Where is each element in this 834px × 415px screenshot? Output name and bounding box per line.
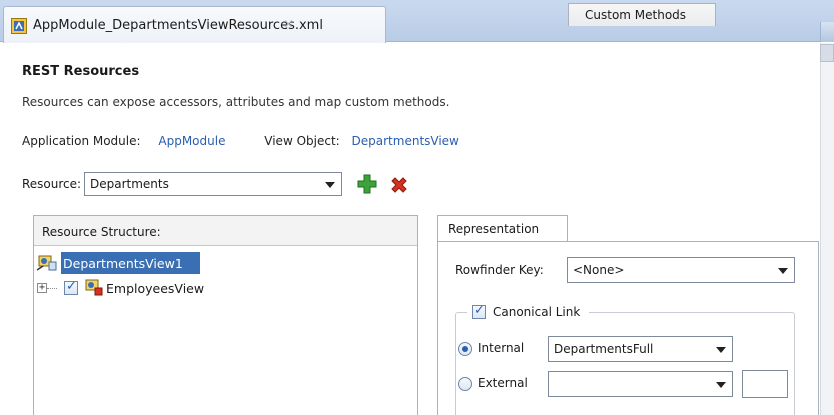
scrollbar-up-arrow[interactable] [820,44,834,62]
resource-structure-label: Resource Structure: [42,225,161,239]
external-select[interactable] [548,371,733,397]
tree-item-label: DepartmentsView1 [63,256,183,271]
tree-connector [47,288,57,289]
canonical-link-label: Canonical Link [493,305,581,319]
xml-file-icon [11,18,27,34]
external-label: External [478,376,528,390]
view-object-icon [37,255,57,271]
checkmark-icon: ✓ [66,279,77,294]
canonical-link-group [455,312,795,415]
tree-item-selection: DepartmentsView1 [61,252,200,274]
checkmark-icon: ✓ [474,303,485,318]
info-row: Application Module: AppModule View Objec… [22,134,459,148]
page-title: REST Resources [22,64,140,79]
chevron-down-icon [325,182,335,188]
rowfinder-key-select[interactable]: <None> [567,257,795,283]
internal-select-value: DepartmentsFull [554,342,654,356]
close-icon[interactable]: × [283,17,294,32]
tab-custom-methods[interactable]: Custom Methods [568,3,716,26]
internal-select[interactable]: DepartmentsFull [548,336,733,362]
chevron-down-icon [716,347,726,353]
rowfinder-key-label: Rowfinder Key: [455,263,544,277]
chevron-down-icon [778,268,788,274]
radio-selected-dot [462,346,468,352]
view-object-label: View Object: [264,134,340,148]
resource-select[interactable]: Departments [84,172,342,196]
employees-view-checkbox[interactable]: ✓ [64,279,78,295]
tab-list-chevron-icon[interactable] [820,22,834,42]
internal-label: Internal [478,341,525,355]
vertical-scrollbar[interactable] [820,43,834,415]
tab-representation-label: Representation [448,222,540,236]
green-plus-icon[interactable] [357,174,377,194]
red-x-icon[interactable] [389,175,409,195]
canonical-link-checkbox[interactable]: ✓ [472,303,486,319]
tree-item-label: EmployeesView [106,281,205,296]
resource-select-value: Departments [90,177,169,191]
app-module-label: Application Module: [22,134,141,148]
internal-radio[interactable] [458,342,472,356]
expand-icon[interactable]: + [37,283,47,293]
tree-item-employees-view[interactable]: + ✓ EmployeesView [34,278,334,298]
resource-label: Resource: [22,177,82,191]
tab-custom-methods-label: Custom Methods [585,8,687,22]
app-module-link[interactable]: AppModule [158,134,225,148]
panel-header: Resource Structure: [34,216,417,246]
rowfinder-key-value: <None> [573,263,625,277]
editor-tab-title: AppModule_DepartmentsViewResources.xml [33,18,323,33]
tab-representation[interactable]: Representation [437,215,568,242]
resource-structure-panel: Resource Structure: DepartmentsView1 + ✓… [33,215,418,415]
external-radio[interactable] [458,377,472,391]
view-object-icon [85,279,103,296]
chevron-down-icon [716,382,726,388]
editor-tab[interactable]: AppModule_DepartmentsViewResources.xml × [3,6,386,43]
page-description: Resources can expose accessors, attribut… [22,95,450,109]
external-extra-field[interactable] [742,370,788,398]
view-object-link[interactable]: DepartmentsView [352,134,459,148]
canonical-link-legend: ✓ Canonical Link [467,303,589,322]
